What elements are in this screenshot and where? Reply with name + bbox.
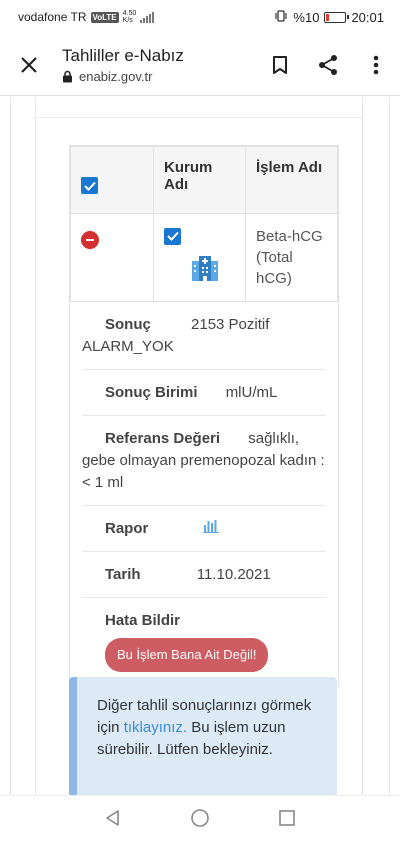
recents-icon [279, 809, 295, 826]
detail-unit: Sonuç Birimi mlU/mL [82, 370, 326, 416]
page-title: Tahliller e-Nabız [62, 45, 184, 65]
lock-icon [63, 70, 72, 82]
report-chart-link[interactable] [202, 518, 219, 540]
detail-report: Rapor [82, 506, 326, 553]
report-label: Rapor [105, 520, 149, 537]
battery-percent: %10 [293, 9, 320, 25]
share-icon [319, 54, 337, 75]
volte-badge: VoLTE [90, 11, 119, 23]
detail-reference: Referans Değeri sağlıklı, gebe olmayan p… [82, 416, 326, 506]
carrier-name: vodafone TR [18, 10, 87, 24]
status-bar: vodafone TR VoLTE 4.50 K/s %10 20:01 [0, 0, 400, 34]
check-icon [83, 181, 96, 191]
bookmark-icon [273, 55, 287, 74]
not-my-procedure-button[interactable]: Bu İşlem Bana Ait Değil! [105, 638, 269, 673]
browser-toolbar: Tahliller e-Nabız enabiz.gov.tr [0, 34, 400, 96]
remove-row-button[interactable] [81, 231, 99, 249]
detail-date: Tarih 11.10.2021 [82, 552, 326, 599]
select-all-header [70, 146, 154, 214]
page-title-area: Tahliller e-Nabız enabiz.gov.tr [58, 46, 256, 84]
more-vert-icon [373, 55, 379, 74]
detail-report-error: Hata Bildir Bu İşlem Bana Ait Değil! [82, 598, 326, 686]
result-value-cont: ALARM_YOK [82, 338, 174, 355]
unit-label: Sonuç Birimi [105, 384, 198, 401]
network-speed: 4.50 K/s [122, 10, 137, 24]
result-value: 2153 Pozitif [191, 316, 270, 333]
institution-cell [153, 213, 246, 302]
back-button[interactable] [104, 809, 122, 832]
table-header-row: Kurum Adı İşlem Adı [70, 146, 338, 214]
procedure-cell: Beta-hCG (Total hCG) [245, 213, 338, 302]
close-button[interactable] [0, 34, 58, 96]
check-icon [166, 231, 179, 241]
hospital-icon [192, 256, 218, 281]
info-alert: Diğer tahlil sonuçlarınızı görmek için t… [69, 677, 337, 795]
system-nav-bar [0, 795, 400, 844]
header-institution: Kurum Adı [153, 146, 246, 214]
home-icon [191, 808, 209, 827]
reference-label: Referans Değeri [105, 430, 221, 447]
remove-cell [70, 213, 154, 302]
battery-icon [324, 11, 350, 23]
clock: 20:01 [351, 9, 384, 25]
result-details: Sonuç 2153 Pozitif ALARM_YOK Sonuç Birim… [70, 302, 338, 686]
unit-value: mlU/mL [225, 384, 278, 401]
recents-button[interactable] [278, 809, 296, 832]
result-label: Sonuç [105, 316, 151, 333]
select-all-checkbox[interactable] [81, 177, 98, 194]
url-text: enabiz.gov.tr [79, 68, 153, 84]
bar-chart-icon [202, 520, 219, 534]
vibrate-icon [274, 9, 288, 25]
report-error-label: Hata Bildir [105, 612, 181, 630]
reference-value-cont: gebe olmayan premenopozal kadın :< 1 ml [82, 452, 325, 491]
result-card: Kurum Adı İşlem Adı Beta-hCG (Total hCG)… [69, 145, 339, 688]
row-checkbox[interactable] [164, 227, 181, 245]
detail-result: Sonuç 2153 Pozitif ALARM_YOK [82, 302, 326, 370]
other-results-link[interactable]: tıklayınız. [124, 719, 187, 736]
reference-value: sağlıklı, [248, 430, 300, 447]
header-procedure: İşlem Adı [245, 146, 338, 214]
signal-icon [140, 11, 155, 23]
date-value: 11.10.2021 [196, 566, 271, 584]
results-table: Kurum Adı İşlem Adı Beta-hCG (Total hCG) [70, 146, 338, 302]
home-button[interactable] [190, 808, 210, 833]
back-icon [106, 809, 119, 826]
frame-right [362, 97, 390, 795]
table-row: Beta-hCG (Total hCG) [70, 213, 338, 302]
close-icon [21, 56, 37, 73]
divider [36, 117, 362, 118]
frame-left [10, 97, 36, 795]
web-content: Kurum Adı İşlem Adı Beta-hCG (Total hCG)… [0, 97, 400, 795]
date-label: Tarih [105, 566, 141, 584]
more-options-button[interactable] [352, 41, 400, 89]
bookmark-button[interactable] [256, 41, 304, 89]
share-button[interactable] [304, 41, 352, 89]
